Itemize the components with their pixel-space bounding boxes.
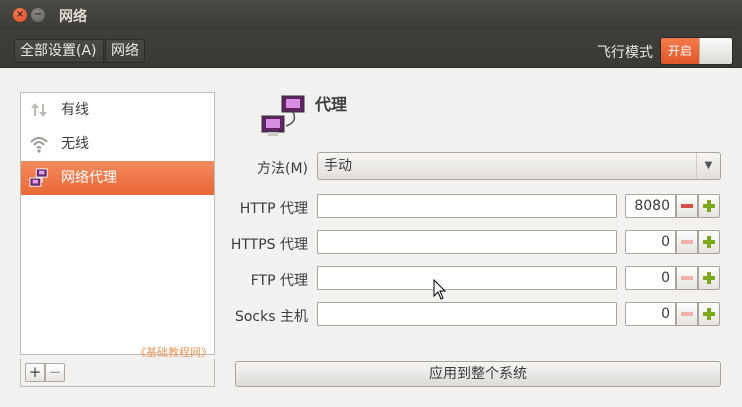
- list-item-label: 网络代理: [61, 170, 117, 186]
- ftp-proxy-label: FTP 代理: [250, 273, 308, 289]
- mouse-cursor-icon: [433, 279, 447, 300]
- remove-device-button[interactable]: −: [45, 363, 65, 382]
- https-proxy-host-input[interactable]: [317, 230, 617, 254]
- window-title: 网络: [59, 9, 87, 25]
- https-proxy-label: HTTPS 代理: [230, 237, 308, 253]
- socks-host-input[interactable]: [317, 302, 617, 326]
- ftp-proxy-port-input[interactable]: 0: [625, 266, 676, 290]
- minimize-icon: −: [33, 9, 43, 20]
- watermark-text: 《基础教程网》: [135, 346, 212, 359]
- list-item-wired[interactable]: 有线: [21, 93, 214, 127]
- panel-title: 代理: [315, 95, 348, 114]
- switch-knob[interactable]: [699, 38, 732, 64]
- content-area: 有线 无线 网络代理 《基础教程网》 + − 代理 方法(M) 手动 ▼ HTT…: [0, 68, 742, 407]
- device-list: 有线 无线 网络代理: [20, 92, 215, 355]
- http-port-increment-button[interactable]: [698, 194, 720, 218]
- socks-port-increment-button[interactable]: [698, 302, 720, 326]
- https-port-decrement-button[interactable]: [676, 230, 698, 254]
- minus-icon: [681, 276, 693, 280]
- ftp-proxy-host-input[interactable]: [317, 266, 617, 290]
- method-select[interactable]: 手动 ▼: [317, 152, 721, 180]
- breadcrumb-network[interactable]: 网络: [105, 39, 145, 63]
- list-item-wireless[interactable]: 无线: [21, 127, 214, 161]
- minimize-window-button[interactable]: −: [31, 8, 45, 22]
- http-proxy-host-input[interactable]: [317, 194, 617, 218]
- window-titlebar: × − 网络: [0, 0, 742, 30]
- method-label: 方法(M): [256, 161, 308, 177]
- list-item-label: 无线: [61, 136, 89, 152]
- chevron-down-icon: ▼: [696, 153, 720, 179]
- https-proxy-port-input[interactable]: 0: [625, 230, 676, 254]
- socks-port-decrement-button[interactable]: [676, 302, 698, 326]
- minus-icon: [681, 312, 693, 316]
- add-device-button[interactable]: +: [25, 363, 45, 382]
- minus-icon: [681, 240, 693, 244]
- ftp-port-decrement-button[interactable]: [676, 266, 698, 290]
- http-proxy-port-input[interactable]: 8080: [625, 194, 676, 218]
- socks-host-label: Socks 主机: [234, 309, 308, 325]
- close-window-button[interactable]: ×: [13, 8, 27, 22]
- socks-port-input[interactable]: 0: [625, 302, 676, 326]
- close-icon: ×: [15, 9, 25, 20]
- http-proxy-label: HTTP 代理: [239, 201, 308, 217]
- airplane-mode-switch[interactable]: 开启: [660, 37, 733, 65]
- airplane-switch-on-label: 开启: [661, 38, 699, 64]
- proxy-icon: [29, 168, 48, 187]
- ftp-port-increment-button[interactable]: [698, 266, 720, 290]
- airplane-mode-label: 飞行模式: [597, 45, 653, 61]
- list-item-network-proxy[interactable]: 网络代理: [21, 161, 214, 195]
- method-value: 手动: [324, 158, 352, 174]
- apply-system-wide-button[interactable]: 应用到整个系统: [235, 361, 721, 387]
- http-port-decrement-button[interactable]: [676, 194, 698, 218]
- toolbar: 全部设置(A) 网络 飞行模式: [0, 30, 742, 68]
- wired-icon: [31, 103, 47, 117]
- proxy-icon: [261, 95, 305, 136]
- https-port-increment-button[interactable]: [698, 230, 720, 254]
- device-list-actions: + −: [20, 359, 215, 387]
- breadcrumb-all-settings[interactable]: 全部设置(A): [14, 39, 104, 63]
- minus-icon: [681, 204, 693, 208]
- wifi-icon: [30, 137, 48, 153]
- list-item-label: 有线: [61, 102, 89, 118]
